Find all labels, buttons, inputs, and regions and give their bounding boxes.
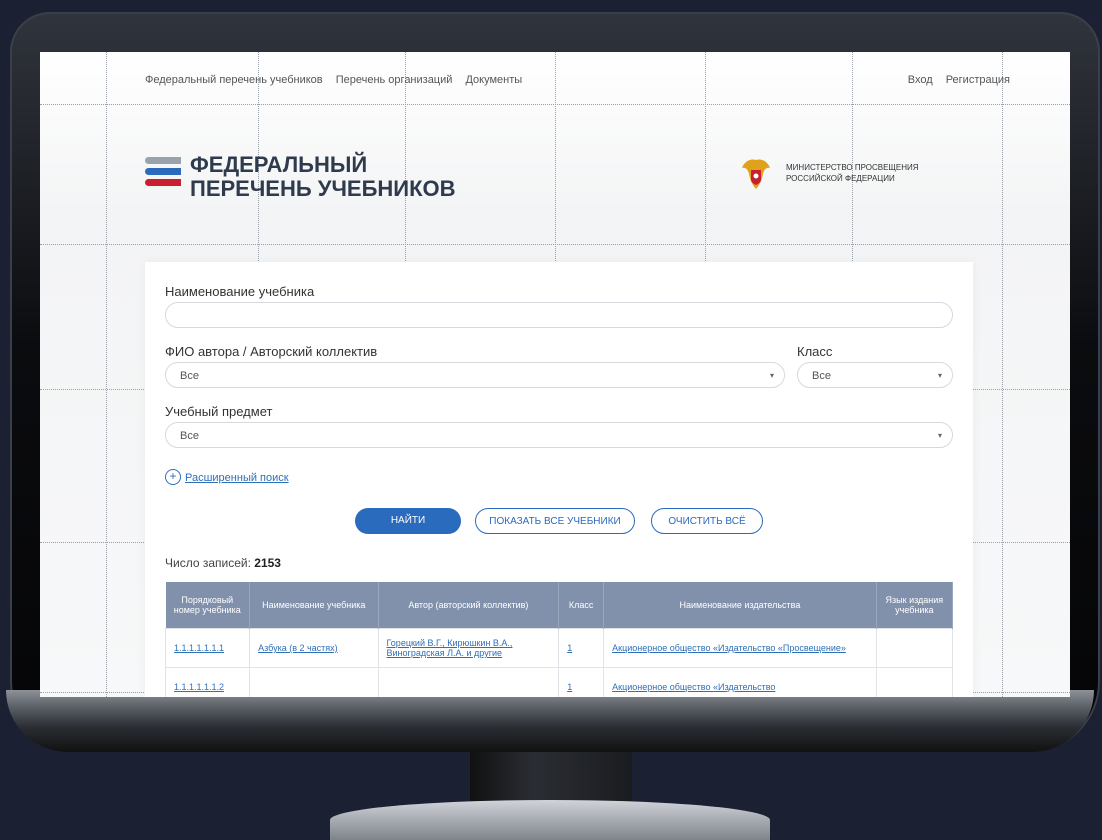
ministry-logo[interactable]: МИНИСТЕРСТВО ПРОСВЕЩЕНИЯ РОССИЙСКОЙ ФЕДЕ… xyxy=(740,156,960,192)
column-header: Язык издания учебника xyxy=(876,582,954,629)
plus-circle-icon[interactable]: + xyxy=(165,469,181,485)
column-header: Наименование издательства xyxy=(603,582,877,629)
ministry-name-line1: МИНИСТЕРСТВО ПРОСВЕЩЕНИЯ xyxy=(786,163,919,172)
column-header: Наименование учебника xyxy=(249,582,379,629)
clear-all-button[interactable]: ОЧИСТИТЬ ВСЁ xyxy=(651,508,763,534)
find-button[interactable]: НАЙТИ xyxy=(355,508,461,534)
register-link[interactable]: Регистрация xyxy=(946,74,1010,86)
publisher-link[interactable]: Акционерное общество «Издательство xyxy=(603,667,877,697)
coat-of-arms-icon xyxy=(742,159,770,189)
author-link[interactable]: Горецкий В.Г., Кирюшкин В.А., Виноградск… xyxy=(377,628,560,668)
results-table: Порядковый номер учебника Наименование у… xyxy=(164,582,954,697)
nav-link-textbooks-list[interactable]: Федеральный перечень учебников xyxy=(145,74,323,86)
nav-link-organizations[interactable]: Перечень организаций xyxy=(336,74,453,86)
language-cell xyxy=(875,628,954,668)
author-select[interactable]: Все ▾ xyxy=(165,362,785,388)
nav-link-documents[interactable]: Документы xyxy=(465,74,522,86)
textbook-title-link[interactable]: Азбука (в 2 частях) xyxy=(249,628,379,668)
author-select-value: Все xyxy=(180,370,199,382)
subject-select[interactable]: Все ▾ xyxy=(165,422,953,448)
author-link[interactable] xyxy=(377,667,560,697)
subject-select-value: Все xyxy=(180,430,199,442)
advanced-search-link[interactable]: Расширенный поиск xyxy=(185,472,289,484)
language-cell xyxy=(875,667,954,697)
publisher-link[interactable]: Акционерное общество «Издательство «Прос… xyxy=(603,628,877,668)
monitor-chin xyxy=(6,690,1094,752)
monitor-stand-base xyxy=(330,800,770,840)
column-header: Класс xyxy=(558,582,605,629)
class-link[interactable]: 1 xyxy=(558,628,605,668)
chevron-down-icon: ▾ xyxy=(937,431,942,440)
login-link[interactable]: Вход xyxy=(908,74,933,86)
logo-title-line2: ПЕРЕЧЕНЬ УЧЕБНИКОВ xyxy=(190,176,456,201)
search-panel: Наименование учебника ФИО автора / Автор… xyxy=(145,262,973,697)
records-count-label: Число записей: xyxy=(165,556,251,570)
ministry-name-line2: РОССИЙСКОЙ ФЕДЕРАЦИИ xyxy=(786,174,895,183)
class-select[interactable]: Все ▾ xyxy=(797,362,953,388)
class-select-value: Все xyxy=(812,370,831,382)
logo-title-line1: ФЕДЕРАЛЬНЫЙ xyxy=(190,152,368,177)
logo-books-icon xyxy=(145,157,181,197)
column-header: Автор (авторский коллектив) xyxy=(378,582,560,629)
textbook-title-link[interactable] xyxy=(249,667,379,697)
table-header-row: Порядковый номер учебника Наименование у… xyxy=(165,582,954,629)
records-count-value: 2153 xyxy=(254,556,281,570)
textbook-number-link[interactable]: 1.1.1.1.1.1.2 xyxy=(164,667,251,697)
table-row: 1.1.1.1.1.1.1 Азбука (в 2 частях) Горецк… xyxy=(164,628,954,668)
author-field-label: ФИО автора / Авторский коллектив xyxy=(165,344,378,359)
title-field-label: Наименование учебника xyxy=(165,284,315,299)
class-field-label: Класс xyxy=(797,344,833,359)
column-header: Порядковый номер учебника xyxy=(165,582,251,629)
table-row: 1.1.1.1.1.1.2 1 Акционерное общество «Из… xyxy=(164,667,954,697)
textbook-number-link[interactable]: 1.1.1.1.1.1.1 xyxy=(164,628,251,668)
show-all-textbooks-button[interactable]: ПОКАЗАТЬ ВСЕ УЧЕБНИКИ xyxy=(475,508,635,534)
top-navigation: Федеральный перечень учебников Перечень … xyxy=(145,74,1010,92)
records-count: Число записей: 2153 xyxy=(165,556,281,570)
chevron-down-icon: ▾ xyxy=(769,371,774,380)
title-input[interactable] xyxy=(165,302,953,328)
class-link[interactable]: 1 xyxy=(558,667,605,697)
chevron-down-icon: ▾ xyxy=(937,371,942,380)
subject-field-label: Учебный предмет xyxy=(165,404,273,419)
browser-screen: Федеральный перечень учебников Перечень … xyxy=(40,52,1070,697)
